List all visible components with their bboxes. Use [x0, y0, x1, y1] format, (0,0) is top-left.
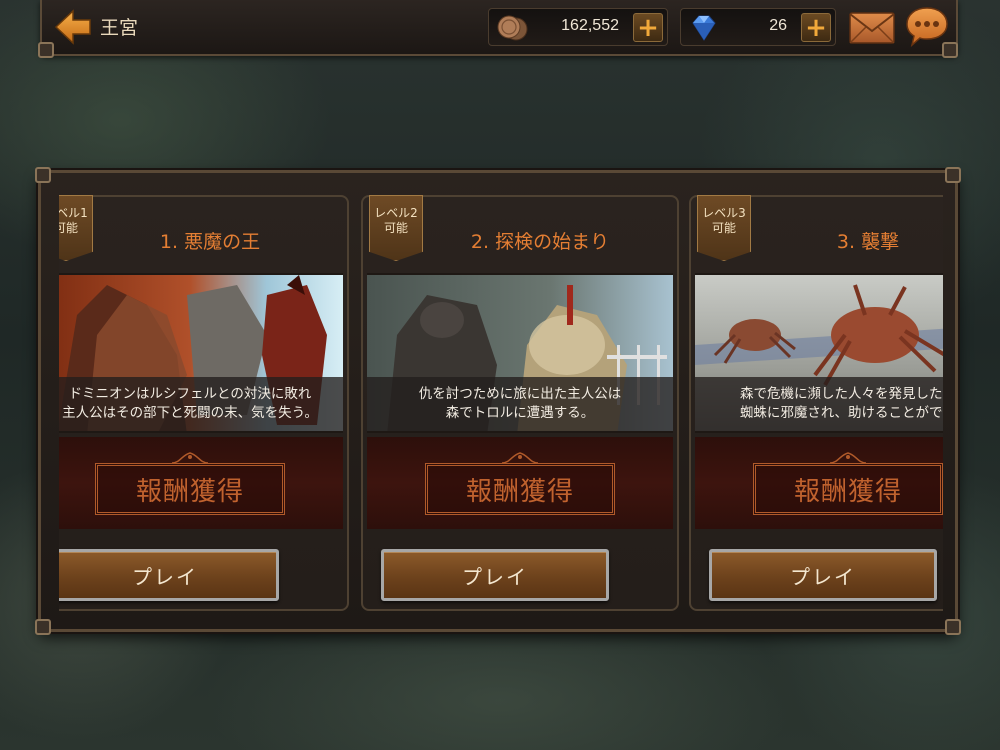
level-label: レベル2	[374, 206, 418, 220]
mission-card-2: レベル2 可能 2. 探検の始まり 仇を討つために旅に出た主人公は 森でトロルに…	[361, 195, 679, 611]
mission-panel: レベル1 可能 1. 悪魔の王	[35, 167, 961, 635]
mission-description: 森で危機に瀕した人々を発見した主 蜘蛛に邪魔され、助けることができ	[695, 377, 943, 431]
mail-icon[interactable]	[848, 10, 896, 46]
mission-title: 1. 悪魔の王	[159, 231, 261, 253]
top-bar: 王宮 162,552 + 26 +	[40, 0, 958, 56]
mission-carousel[interactable]: レベル1 可能 1. 悪魔の王	[59, 193, 943, 613]
reward-label: 報酬獲得	[95, 463, 285, 515]
gem-amount: 26	[769, 17, 787, 34]
page-title: 王宮	[100, 17, 139, 39]
mission-description: 仇を討つために旅に出た主人公は 森でトロルに遭遇する。	[367, 377, 673, 431]
mission-card-3: レベル3 可能 3. 襲撃 森で危機に瀕した人々を発見した主 蜘蛛に邪魔され、助…	[689, 195, 943, 611]
mission-card-1: レベル1 可能 1. 悪魔の王	[59, 195, 349, 611]
ornament-corner	[945, 167, 961, 183]
ornament-corner	[35, 619, 51, 635]
ornament-corner	[38, 42, 54, 58]
level-label: レベル1	[59, 206, 88, 220]
reward-label: 報酬獲得	[425, 463, 615, 515]
mission-description: ドミニオンはルシフェルとの対決に敗れ 主人公はその部下と死闘の末、気を失う。	[59, 377, 343, 431]
back-arrow-icon	[54, 9, 91, 45]
reward-area: 報酬獲得	[59, 437, 343, 529]
level-label: レベル3	[702, 206, 746, 220]
ornament-corner	[35, 167, 51, 183]
play-button[interactable]: プレイ	[709, 549, 937, 601]
reward-area: 報酬獲得	[367, 437, 673, 529]
mission-title: 2. 探検の始まり	[470, 231, 610, 253]
reward-area: 報酬獲得	[695, 437, 943, 529]
play-button[interactable]: プレイ	[59, 549, 279, 601]
coin-counter: 162,552 +	[488, 8, 668, 46]
coin-amount: 162,552	[561, 17, 619, 34]
add-coins-button[interactable]: +	[633, 13, 663, 42]
reward-label: 報酬獲得	[753, 463, 943, 515]
add-gems-button[interactable]: +	[801, 13, 831, 42]
coin-icon	[497, 15, 528, 41]
gem-counter: 26 +	[680, 8, 836, 46]
mission-title: 3. 襲撃	[836, 231, 900, 253]
play-button[interactable]: プレイ	[381, 549, 609, 601]
back-button[interactable]	[52, 6, 94, 48]
ornament-corner	[942, 42, 958, 58]
ornament-corner	[945, 619, 961, 635]
gem-icon	[692, 15, 716, 41]
